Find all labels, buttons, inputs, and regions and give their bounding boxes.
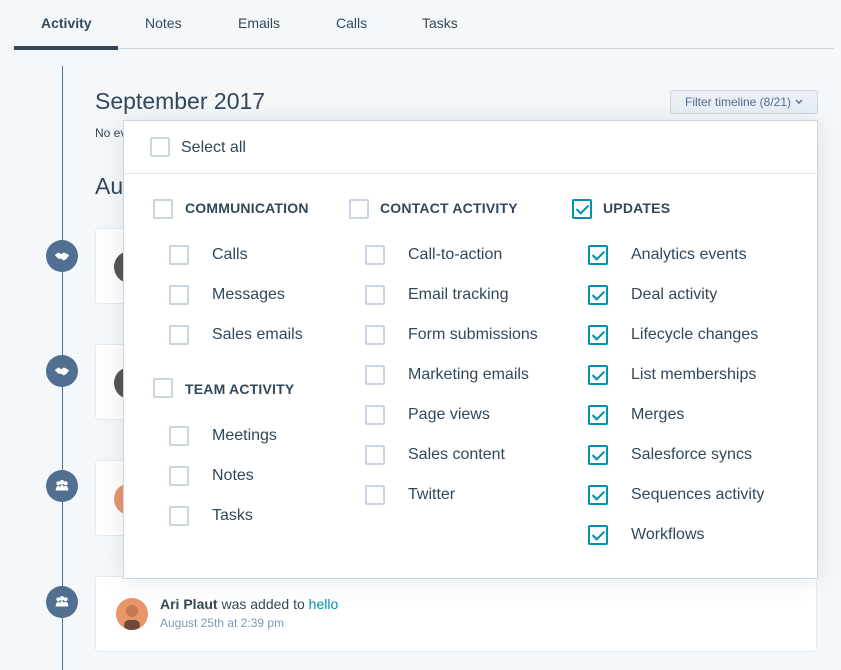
checkbox-sales-emails[interactable]	[169, 325, 189, 345]
checkbox-analytics-events[interactable]	[588, 245, 608, 265]
label-meetings[interactable]: Meetings	[212, 427, 277, 445]
chevron-down-icon	[795, 99, 803, 104]
checkbox-workflows[interactable]	[588, 525, 608, 545]
timeline-tabs: Activity Notes Emails Calls Tasks	[14, 0, 834, 50]
tab-tasks[interactable]: Tasks	[422, 15, 458, 31]
checkbox-meetings[interactable]	[169, 426, 189, 446]
checkbox-list-memberships[interactable]	[588, 365, 608, 385]
select-all-label[interactable]: Select all	[181, 139, 246, 157]
month-heading: September 2017	[95, 88, 266, 114]
event-target-link[interactable]: hello	[309, 596, 339, 612]
label-sales-emails[interactable]: Sales emails	[212, 326, 303, 344]
label-page-views[interactable]: Page views	[408, 406, 490, 424]
no-events-text: No ev	[95, 126, 125, 140]
checkbox-calls[interactable]	[169, 245, 189, 265]
group-checkbox-team-activity[interactable]	[153, 378, 173, 398]
checkbox-page-views[interactable]	[365, 405, 385, 425]
label-sales-content[interactable]: Sales content	[408, 446, 505, 464]
checkbox-lifecycle-changes[interactable]	[588, 325, 608, 345]
select-all-row: Select all	[124, 121, 817, 174]
label-workflows[interactable]: Workflows	[631, 526, 705, 544]
group-label-team-activity[interactable]: TEAM ACTIVITY	[185, 381, 294, 397]
select-all-checkbox[interactable]	[150, 137, 170, 157]
tab-calls[interactable]: Calls	[336, 15, 367, 31]
event-actor[interactable]: Ari Plaut	[160, 596, 218, 612]
group-checkbox-contact-activity[interactable]	[349, 199, 369, 219]
tab-notes[interactable]: Notes	[145, 15, 182, 31]
label-call-to-action[interactable]: Call-to-action	[408, 246, 502, 264]
month2-heading: Au	[95, 173, 124, 199]
checkbox-form-submissions[interactable]	[365, 325, 385, 345]
label-marketing-emails[interactable]: Marketing emails	[408, 366, 529, 384]
label-list-memberships[interactable]: List memberships	[631, 366, 756, 384]
people-icon	[46, 470, 78, 502]
checkbox-notes[interactable]	[169, 466, 189, 486]
label-notes[interactable]: Notes	[212, 467, 254, 485]
checkbox-marketing-emails[interactable]	[365, 365, 385, 385]
checkbox-deal-activity[interactable]	[588, 285, 608, 305]
event-timestamp: August 25th at 2:39 pm	[160, 616, 285, 630]
handshake-icon	[46, 355, 78, 387]
people-icon	[46, 586, 78, 618]
label-tasks[interactable]: Tasks	[212, 507, 253, 525]
label-merges[interactable]: Merges	[631, 406, 684, 424]
group-checkbox-communication[interactable]	[153, 199, 173, 219]
label-form-submissions[interactable]: Form submissions	[408, 326, 538, 344]
handshake-icon	[46, 240, 78, 272]
label-email-tracking[interactable]: Email tracking	[408, 286, 508, 304]
filter-dropdown: Select all COMMUNICATION Calls Messages …	[123, 120, 818, 579]
label-salesforce-syncs[interactable]: Salesforce syncs	[631, 446, 752, 464]
label-analytics-events[interactable]: Analytics events	[631, 246, 747, 264]
filter-timeline-label: Filter timeline (8/21)	[684, 95, 792, 109]
label-calls[interactable]: Calls	[212, 246, 248, 264]
checkbox-sales-content[interactable]	[365, 445, 385, 465]
group-checkbox-updates[interactable]	[572, 199, 592, 219]
checkbox-sequences-activity[interactable]	[588, 485, 608, 505]
event-action: was added to	[221, 596, 305, 612]
label-lifecycle-changes[interactable]: Lifecycle changes	[631, 326, 758, 344]
checkbox-call-to-action[interactable]	[365, 245, 385, 265]
checkbox-email-tracking[interactable]	[365, 285, 385, 305]
group-label-updates[interactable]: UPDATES	[603, 200, 670, 216]
active-tab-indicator	[14, 46, 118, 50]
checkbox-messages[interactable]	[169, 285, 189, 305]
label-twitter[interactable]: Twitter	[408, 486, 455, 504]
checkbox-salesforce-syncs[interactable]	[588, 445, 608, 465]
avatar	[116, 598, 148, 630]
group-label-communication[interactable]: COMMUNICATION	[185, 200, 309, 216]
event-text: Ari Plaut was added to hello	[160, 596, 338, 612]
filter-timeline-button[interactable]: Filter timeline (8/21)	[670, 90, 818, 114]
tab-emails[interactable]: Emails	[238, 15, 280, 31]
label-sequences-activity[interactable]: Sequences activity	[631, 486, 764, 504]
timeline-card-list-added: Ari Plaut was added to hello August 25th…	[95, 576, 817, 652]
checkbox-tasks[interactable]	[169, 506, 189, 526]
tab-activity[interactable]: Activity	[41, 15, 92, 31]
checkbox-twitter[interactable]	[365, 485, 385, 505]
group-label-contact-activity[interactable]: CONTACT ACTIVITY	[380, 200, 518, 216]
label-deal-activity[interactable]: Deal activity	[631, 286, 717, 304]
checkbox-merges[interactable]	[588, 405, 608, 425]
label-messages[interactable]: Messages	[212, 286, 285, 304]
